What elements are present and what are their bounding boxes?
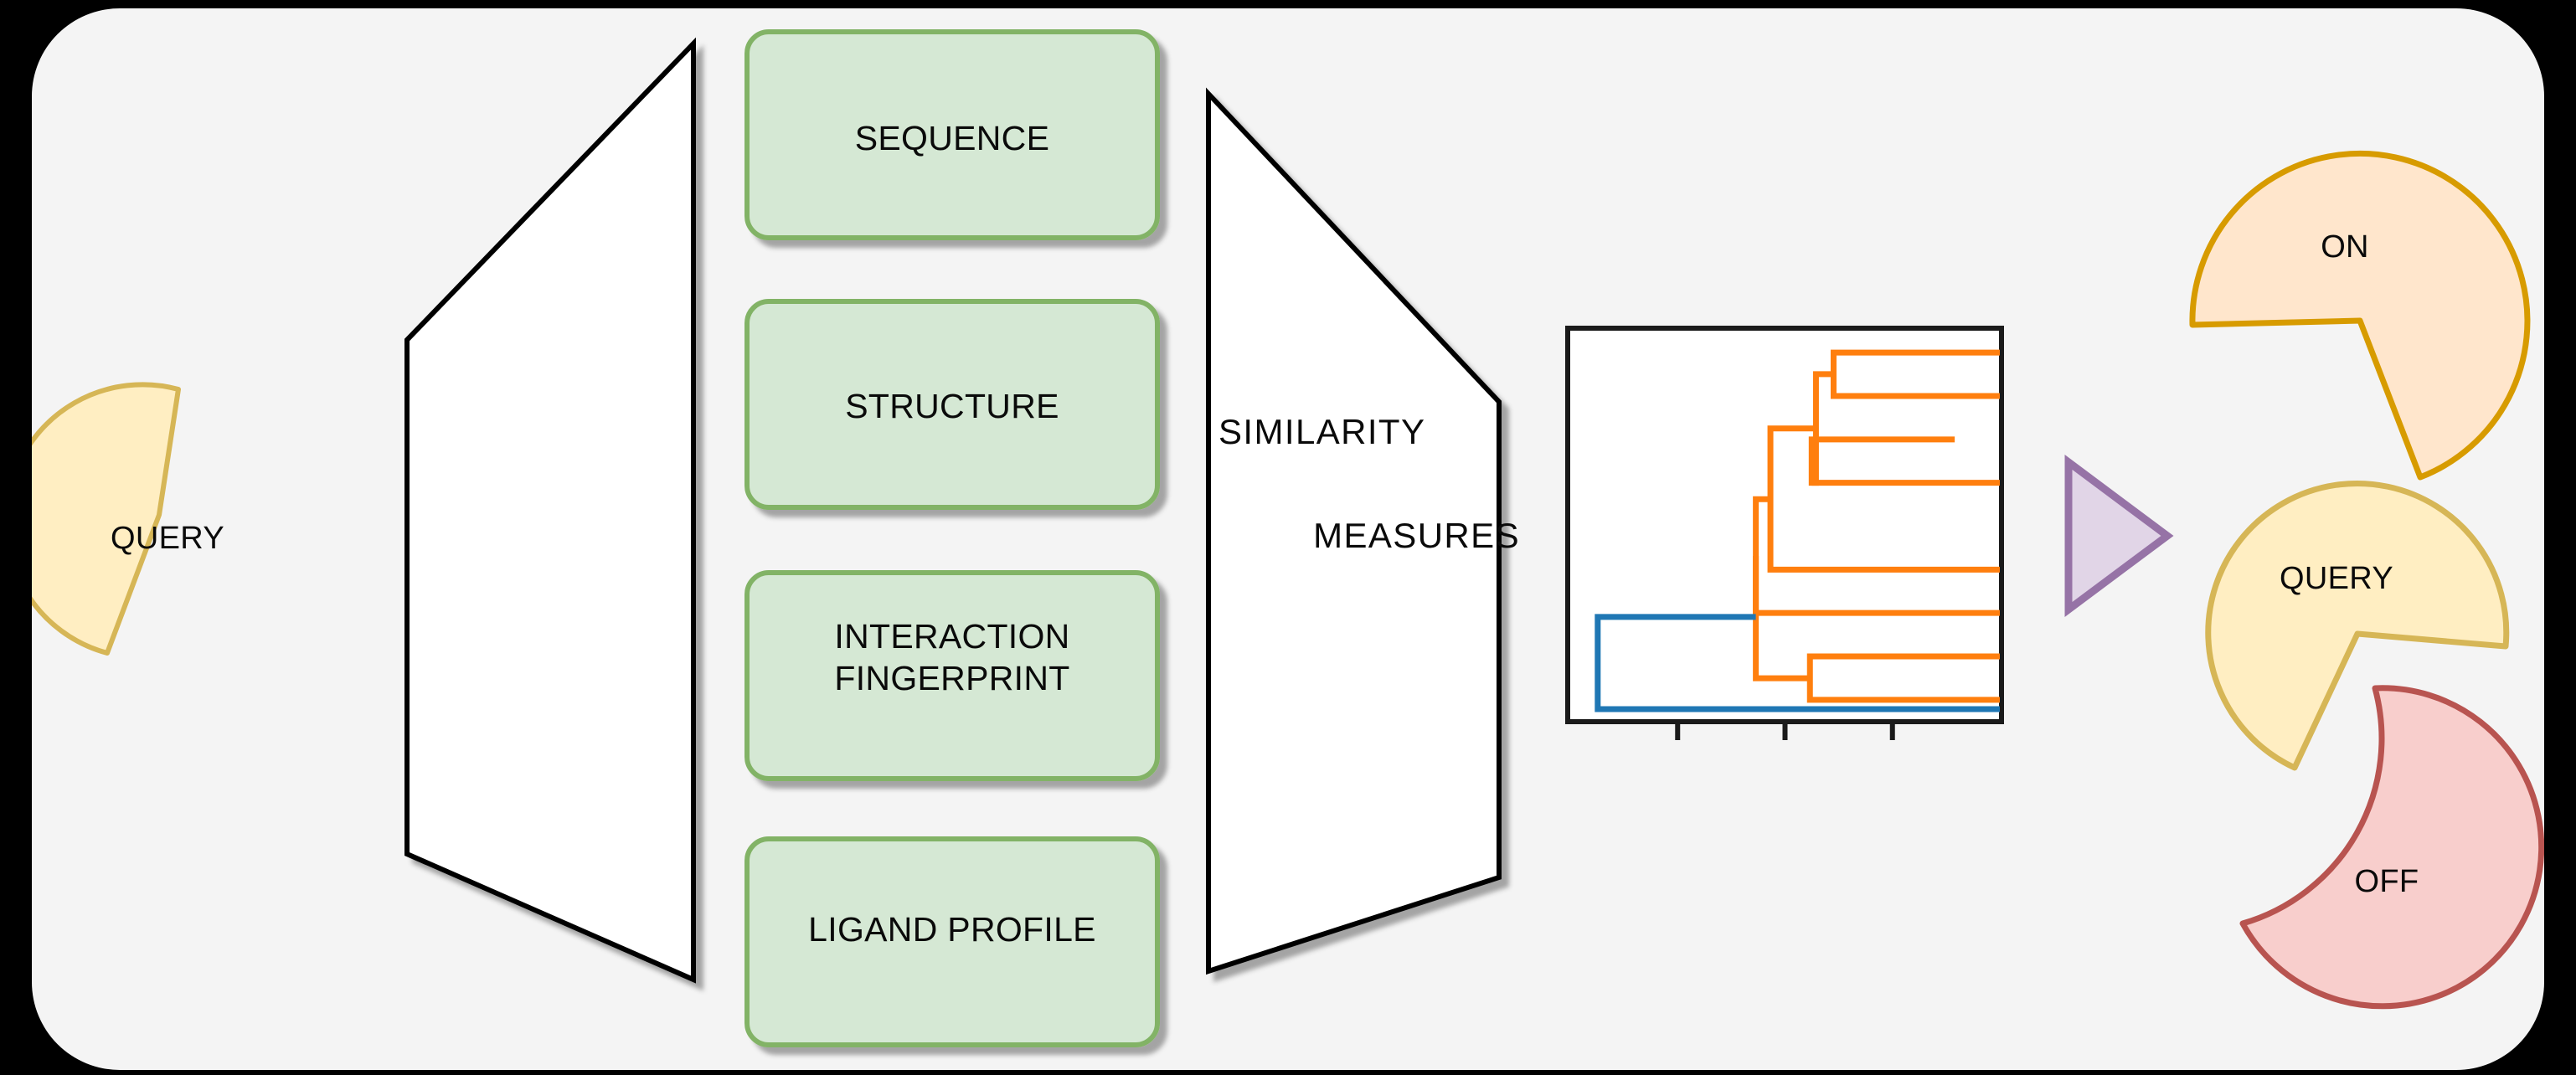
- descriptor-label-sequence: SEQUENCE: [854, 119, 1050, 157]
- descriptor-label-interaction-fingerprint: INTERACTION FINGERPRINT: [834, 617, 1070, 698]
- similarity-measures-label-line1: SIMILARITY: [1218, 412, 1426, 451]
- output-off-label: OFF: [2354, 864, 2419, 899]
- diagram-stage: QUERY SEQUENCE STRUCTURE INTERACTION FIN…: [0, 0, 2576, 1075]
- descriptor-label-ligand-profile: LIGAND PROFILE: [808, 910, 1096, 949]
- output-query-label: QUERY: [2280, 561, 2393, 596]
- similarity-measures-label-line2: MEASURES: [1313, 516, 1520, 555]
- descriptor-label-structure: STRUCTURE: [845, 387, 1059, 425]
- output-on-label: ON: [2321, 229, 2369, 265]
- query-input-label: QUERY: [111, 521, 224, 556]
